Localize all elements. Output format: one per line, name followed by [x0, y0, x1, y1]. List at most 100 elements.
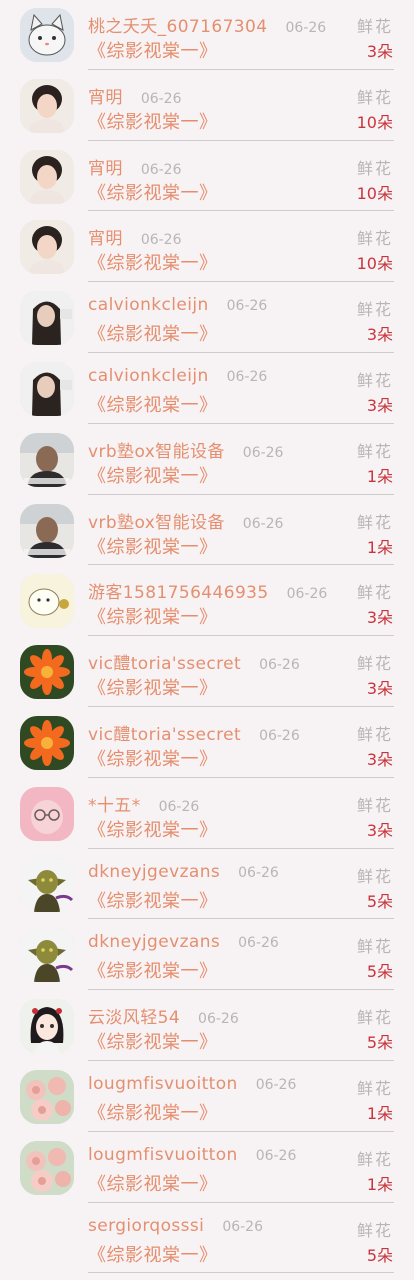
gift-record-row[interactable]: 宵明 06-26 《综影视棠一》 鲜花 10朵 [0, 62, 414, 141]
avatar[interactable] [20, 149, 74, 204]
avatar-image [20, 574, 74, 629]
book-title[interactable]: 《综影视棠一》 [88, 1241, 218, 1267]
user-name[interactable]: dkneyjgevzans [88, 862, 220, 882]
gift-date: 06-26 [222, 1218, 263, 1235]
book-title[interactable]: 《综影视棠一》 [88, 745, 218, 771]
gift-type-label: 鲜花 [356, 724, 393, 744]
gift-record-row[interactable]: calvionkcleijn 06-26 《综影视棠一》 鲜花 3朵 [0, 345, 414, 424]
user-name[interactable]: lougmfisvuoitton [88, 1145, 238, 1165]
user-name[interactable]: calvionkcleijn [88, 295, 209, 315]
avatar[interactable] [20, 8, 74, 62]
avatar[interactable] [20, 928, 74, 983]
gift-date: 06-26 [140, 90, 182, 107]
avatar[interactable] [20, 999, 74, 1054]
book-title[interactable]: 《综影视棠一》 [88, 1028, 218, 1054]
user-name[interactable]: calvionkcleijn [88, 366, 209, 386]
gift-count: 10朵 [356, 183, 393, 203]
gift-record-row[interactable]: dkneyjgevzans 06-26 《综影视棠一》 鲜花 5朵 [0, 911, 414, 991]
user-name[interactable]: vic醴toria'ssecret [88, 720, 241, 745]
gift-date: 06-26 [259, 727, 300, 744]
gift-record-row[interactable]: sergiorqosssi 06-26 《综影视棠一》 鲜花 5朵 [0, 1195, 414, 1274]
avatar[interactable] [20, 361, 74, 416]
gift-date: 06-26 [238, 935, 279, 952]
book-title[interactable]: 《综影视棠一》 [88, 108, 218, 134]
avatar[interactable] [20, 786, 74, 841]
gift-record-row[interactable]: *十五* 06-26 《综影视棠一》 鲜花 3朵 [0, 770, 414, 849]
book-title[interactable]: 《综影视棠一》 [88, 674, 218, 700]
user-name[interactable]: 宵明 [88, 154, 123, 179]
avatar[interactable] [20, 78, 74, 133]
gift-record-row[interactable]: dkneyjgevzans 06-26 《综影视棠一》 鲜花 5朵 [0, 841, 414, 920]
gift-record-row[interactable]: vrb塾ox智能设备 06-26 《综影视棠一》 鲜花 1朵 [0, 416, 414, 495]
gift-record-row[interactable]: 云淡风轻54 06-26 《综影视棠一》 鲜花 5朵 [0, 982, 414, 1061]
gift-record-row[interactable]: vic醴toria'ssecret 06-26 《综影视棠一》 鲜花 3朵 [0, 699, 414, 778]
gift-date: 06-26 [255, 1147, 297, 1164]
book-title[interactable]: 《综影视棠一》 [88, 179, 218, 205]
gift-record-row[interactable]: lougmfisvuoitton 06-26 《综影视棠一》 鲜花 1朵 [0, 1053, 414, 1132]
avatar[interactable] [20, 432, 74, 487]
avatar[interactable] [20, 645, 74, 700]
avatar[interactable] [20, 220, 74, 275]
avatar-image [20, 291, 74, 346]
gift-record-row[interactable]: vic醴toria'ssecret 06-26 《综影视棠一》 鲜花 3朵 [0, 628, 414, 707]
book-title[interactable]: 《综影视棠一》 [88, 816, 218, 842]
user-name[interactable]: 云淡风轻54 [88, 1003, 180, 1028]
gift-record-row[interactable]: vrb塾ox智能设备 06-26 《综影视棠一》 鲜花 1朵 [0, 487, 414, 566]
user-name[interactable]: *十五* [88, 791, 141, 816]
avatar-image [20, 928, 74, 983]
gift-record-row[interactable]: lougmfisvuoitton 06-26 《综影视棠一》 鲜花 1朵 [0, 1124, 414, 1203]
user-name[interactable]: 游客1581756446935 [88, 578, 269, 603]
user-info: calvionkcleijn 06-26 [88, 366, 267, 390]
user-name[interactable]: lougmfisvuoitton [88, 1074, 238, 1094]
user-info: lougmfisvuoitton 06-26 [88, 1074, 296, 1098]
gift-count: 5朵 [366, 1245, 393, 1265]
gift-type-label: 鲜花 [356, 654, 393, 674]
user-info: 宵明 06-26 [88, 154, 182, 179]
book-title[interactable]: 《综影视棠一》 [88, 320, 218, 346]
book-title[interactable]: 《综影视棠一》 [88, 533, 218, 559]
user-name[interactable]: dkneyjgevzans [88, 932, 220, 952]
avatar[interactable] [20, 1069, 74, 1124]
avatar[interactable] [20, 857, 74, 912]
book-title[interactable]: 《综影视棠一》 [88, 37, 218, 63]
gift-type-label: 鲜花 [356, 441, 393, 461]
user-name[interactable]: vrb塾ox智能设备 [88, 437, 225, 462]
user-info: 云淡风轻54 06-26 [88, 1003, 239, 1028]
avatar[interactable] [20, 291, 74, 346]
book-title[interactable]: 《综影视棠一》 [88, 249, 218, 275]
avatar[interactable] [20, 574, 74, 629]
user-name[interactable]: vrb塾ox智能设备 [88, 508, 225, 533]
book-title[interactable]: 《综影视棠一》 [88, 462, 218, 488]
user-info: 宵明 06-26 [88, 83, 182, 108]
book-title[interactable]: 《综影视棠一》 [88, 957, 218, 983]
gift-type-label: 鲜花 [356, 1149, 393, 1169]
book-title[interactable]: 《综影视棠一》 [88, 1099, 218, 1125]
book-title[interactable]: 《综影视棠一》 [88, 391, 218, 417]
gift-count: 1朵 [366, 537, 393, 557]
gift-date: 06-26 [226, 298, 268, 315]
book-title[interactable]: 《综影视棠一》 [88, 1170, 218, 1196]
gift-count: 3朵 [366, 679, 393, 699]
user-name[interactable]: sergiorqosssi [88, 1216, 204, 1236]
gift-record-row[interactable]: calvionkcleijn 06-26 《综影视棠一》 鲜花 3朵 [0, 274, 414, 353]
user-name[interactable]: 宵明 [88, 83, 123, 108]
gift-record-row[interactable]: 宵明 06-26 《综影视棠一》 鲜花 10朵 [0, 133, 414, 212]
avatar[interactable] [20, 715, 74, 770]
gift-type-label: 鲜花 [356, 300, 393, 320]
gift-type-label: 鲜花 [356, 229, 393, 249]
avatar[interactable] [20, 1140, 74, 1195]
gift-record-row[interactable]: 宵明 06-26 《综影视棠一》 鲜花 10朵 [0, 203, 414, 283]
gift-record-row[interactable]: 游客1581756446935 06-26 《综影视棠一》 鲜花 3朵 [0, 557, 414, 637]
gift-type-label: 鲜花 [356, 583, 393, 603]
avatar[interactable] [20, 503, 74, 558]
gift-type-label: 鲜花 [356, 1008, 393, 1028]
gift-record-row[interactable]: 桃之夭夭_607167304 06-26 《综影视棠一》 鲜花 3朵 [0, 0, 414, 70]
book-title[interactable]: 《综影视棠一》 [88, 887, 218, 913]
user-name[interactable]: 宵明 [88, 224, 123, 249]
gift-record-list: 桃之夭夭_607167304 06-26 《综影视棠一》 鲜花 3朵 宵明 06-26 《综影… [0, 0, 414, 1274]
user-name[interactable]: vic醴toria'ssecret [88, 649, 241, 674]
book-title[interactable]: 《综影视棠一》 [88, 603, 218, 629]
user-info: vic醴toria'ssecret 06-26 [88, 649, 300, 674]
user-name[interactable]: 桃之夭夭_607167304 [88, 12, 267, 37]
avatar-image [20, 645, 74, 700]
